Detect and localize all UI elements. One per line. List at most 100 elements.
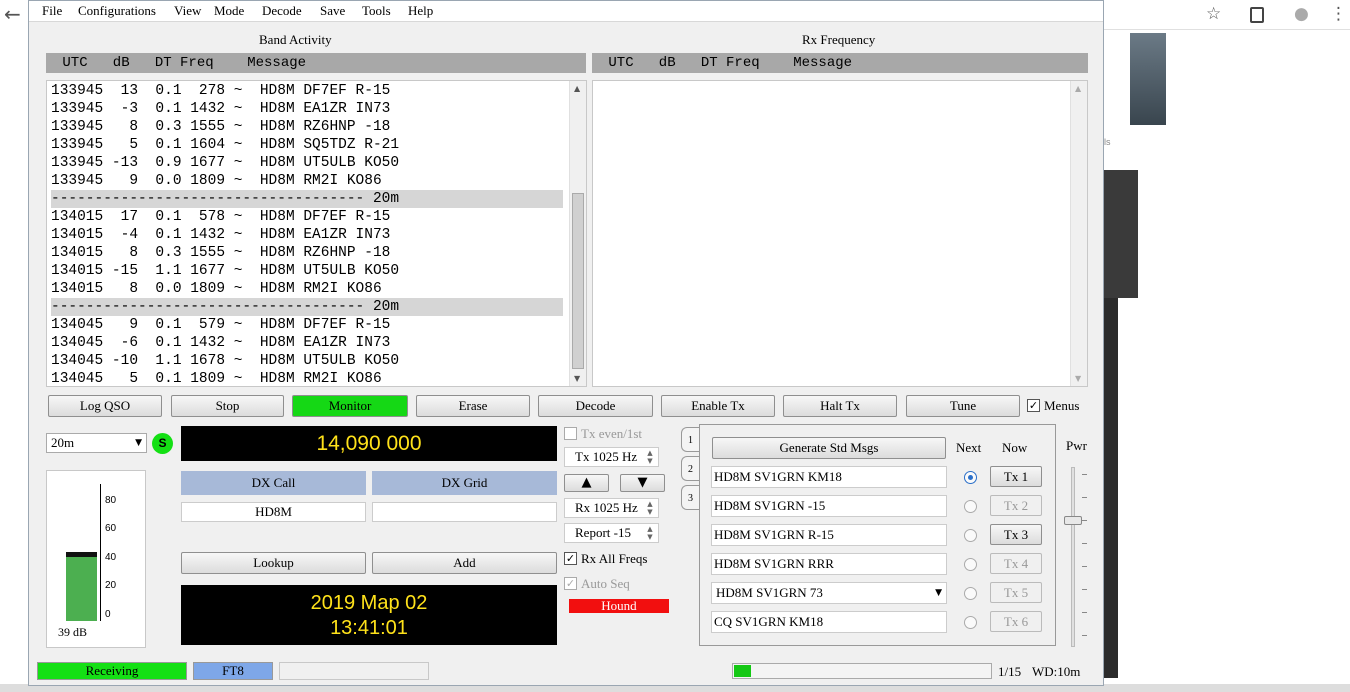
decode-row[interactable]: 133945 9 0.0 1809 ~ HD8M RM2I KO86 (51, 172, 563, 190)
decode-row[interactable]: 134015 -15 1.1 1677 ~ HD8M UT5ULB KO50 (51, 262, 563, 280)
menu-decode[interactable]: Decode (262, 3, 302, 19)
back-arrow-icon[interactable]: ← (4, 2, 21, 26)
band-select[interactable]: 20m ▼ (46, 433, 147, 453)
tx6-next-radio[interactable] (964, 616, 977, 629)
monitor-button[interactable]: Monitor (292, 395, 408, 417)
scroll-thumb[interactable] (572, 193, 584, 369)
menu-save[interactable]: Save (320, 3, 345, 19)
decode-row[interactable]: 134045 5 0.1 1809 ~ HD8M RM2I KO86 (51, 370, 563, 386)
pwr-slider-track[interactable] (1071, 467, 1075, 647)
more-menu-icon[interactable]: ⋮ (1330, 4, 1347, 24)
spin-arrows-icon[interactable]: ▲ ▼ (644, 449, 656, 465)
erase-button[interactable]: Erase (416, 395, 530, 417)
menu-file[interactable]: File (42, 3, 62, 19)
enable-tx-button[interactable]: Enable Tx (661, 395, 775, 417)
scroll-down-icon[interactable]: ▼ (574, 374, 580, 383)
pwr-tick (1082, 635, 1087, 636)
decode-row[interactable]: 133945 13 0.1 278 ~ HD8M DF7EF R-15 (51, 82, 563, 100)
rx-frequency-title: Rx Frequency (802, 32, 876, 47)
rx-freq-spinbox[interactable]: Rx 1025 Hz ▲ ▼ (564, 498, 659, 518)
log-qso-button[interactable]: Log QSO (48, 395, 162, 417)
meter-tick: 40 (105, 552, 117, 563)
generate-std-msgs-button[interactable]: Generate Std Msgs (712, 437, 946, 459)
rx-to-tx-down-button[interactable]: ▼ (620, 474, 665, 492)
tx1-button[interactable]: Tx 1 (990, 466, 1042, 487)
rx-frequency-scrollbar[interactable]: ▲ ▼ (1070, 81, 1087, 386)
tx4-next-radio[interactable] (964, 558, 977, 571)
profile-icon[interactable]: ● (1294, 4, 1309, 24)
tx1-message-field[interactable]: HD8M SV1GRN KM18 (711, 466, 947, 488)
menu-tools[interactable]: Tools (362, 3, 391, 19)
menu-view[interactable]: View (174, 3, 201, 19)
report-spinbox[interactable]: Report -15 ▲ ▼ (564, 523, 659, 543)
stop-button[interactable]: Stop (171, 395, 284, 417)
auto-seq-checkbox[interactable]: ✓ (564, 577, 577, 590)
decode-button[interactable]: Decode (538, 395, 653, 417)
decode-row[interactable]: 134015 8 0.3 1555 ~ HD8M RZ6HNP -18 (51, 244, 563, 262)
band-separator-row[interactable]: ------------------------------------ 20m (51, 298, 563, 316)
dx-call-label: DX Call (181, 471, 366, 495)
decode-row[interactable]: 134045 -10 1.1 1678 ~ HD8M UT5ULB KO50 (51, 352, 563, 370)
pwr-tick (1082, 543, 1087, 544)
decode-row[interactable]: 133945 -13 0.9 1677 ~ HD8M UT5ULB KO50 (51, 154, 563, 172)
chevron-down-icon: ▼ (135, 438, 142, 448)
tab-3[interactable]: 3 (681, 485, 699, 510)
menu-help[interactable]: Help (408, 3, 433, 19)
dx-call-input[interactable]: HD8M (181, 502, 366, 522)
scroll-up-icon[interactable]: ▲ (574, 84, 580, 93)
band-separator-row[interactable]: ------------------------------------ 20m (51, 190, 563, 208)
tx1-next-radio[interactable] (964, 471, 977, 484)
decode-row[interactable]: 134045 9 0.1 579 ~ HD8M DF7EF R-15 (51, 316, 563, 334)
tx2-next-radio[interactable] (964, 500, 977, 513)
band-activity-list[interactable]: 133945 13 0.1 278 ~ HD8M DF7EF R-15 13394… (46, 80, 587, 387)
extension-icon[interactable] (1250, 7, 1264, 23)
tx5-next-radio[interactable] (964, 587, 977, 600)
spin-arrows-icon[interactable]: ▲ ▼ (644, 525, 656, 541)
tx4-button[interactable]: Tx 4 (990, 553, 1042, 574)
rx-frequency-list[interactable]: ▲ ▼ (592, 80, 1088, 387)
tx5-button[interactable]: Tx 5 (990, 582, 1042, 603)
tx2-button[interactable]: Tx 2 (990, 495, 1042, 516)
band-activity-header: UTC dB DT Freq Message (46, 53, 586, 73)
menu-mode[interactable]: Mode (214, 3, 244, 19)
add-button[interactable]: Add (372, 552, 557, 574)
tx-freq-spinbox[interactable]: Tx 1025 Hz ▲ ▼ (564, 447, 659, 467)
tx-rx-progress-bar (732, 663, 992, 679)
dx-grid-input[interactable] (372, 502, 557, 522)
decode-row[interactable]: 133945 -3 0.1 1432 ~ HD8M EA1ZR IN73 (51, 100, 563, 118)
decode-row[interactable]: 134015 -4 0.1 1432 ~ HD8M EA1ZR IN73 (51, 226, 563, 244)
tune-button[interactable]: Tune (906, 395, 1020, 417)
star-icon[interactable]: ☆ (1206, 4, 1221, 24)
tab-1[interactable]: 1 (681, 427, 699, 452)
tx3-next-radio[interactable] (964, 529, 977, 542)
tx6-message-field[interactable]: CQ SV1GRN KM18 (711, 611, 947, 633)
scroll-up-icon[interactable]: ▲ (1075, 84, 1081, 93)
band-activity-scrollbar[interactable]: ▲ ▼ (569, 81, 586, 386)
halt-tx-button[interactable]: Halt Tx (783, 395, 897, 417)
tx3-button[interactable]: Tx 3 (990, 524, 1042, 545)
spin-arrows-icon[interactable]: ▲ ▼ (644, 500, 656, 516)
tx2-message-field[interactable]: HD8M SV1GRN -15 (711, 495, 947, 517)
hound-indicator[interactable]: Hound (569, 599, 669, 613)
tx6-button[interactable]: Tx 6 (990, 611, 1042, 632)
tx4-message-field[interactable]: HD8M SV1GRN RRR (711, 553, 947, 575)
decode-row[interactable]: 133945 5 0.1 1604 ~ HD8M SQ5TDZ R-21 (51, 136, 563, 154)
tx3-message-field[interactable]: HD8M SV1GRN R-15 (711, 524, 947, 546)
rx-frequency-header: UTC dB DT Freq Message (592, 53, 1088, 73)
scroll-down-icon[interactable]: ▼ (1075, 374, 1081, 383)
tx-even-checkbox[interactable] (564, 427, 577, 440)
menu-configurations[interactable]: Configurations (78, 3, 156, 19)
tx-to-rx-up-button[interactable]: ▲ (564, 474, 609, 492)
status-receiving: Receiving (37, 662, 187, 680)
tx5-message-select[interactable]: HD8M SV1GRN 73 ▼ (711, 582, 947, 604)
decode-row[interactable]: 134015 17 0.1 578 ~ HD8M DF7EF R-15 (51, 208, 563, 226)
decode-row[interactable]: 134045 -6 0.1 1432 ~ HD8M EA1ZR IN73 (51, 334, 563, 352)
pwr-label: Pwr (1066, 438, 1087, 453)
decode-row[interactable]: 134015 8 0.0 1809 ~ HD8M RM2I KO86 (51, 280, 563, 298)
tab-2[interactable]: 2 (681, 456, 699, 481)
rx-all-freqs-checkbox[interactable]: ✓ (564, 552, 577, 565)
decode-row[interactable]: 133945 8 0.3 1555 ~ HD8M RZ6HNP -18 (51, 118, 563, 136)
lookup-button[interactable]: Lookup (181, 552, 366, 574)
pwr-slider-handle[interactable] (1064, 516, 1082, 525)
menus-checkbox[interactable]: ✓ (1027, 399, 1040, 412)
